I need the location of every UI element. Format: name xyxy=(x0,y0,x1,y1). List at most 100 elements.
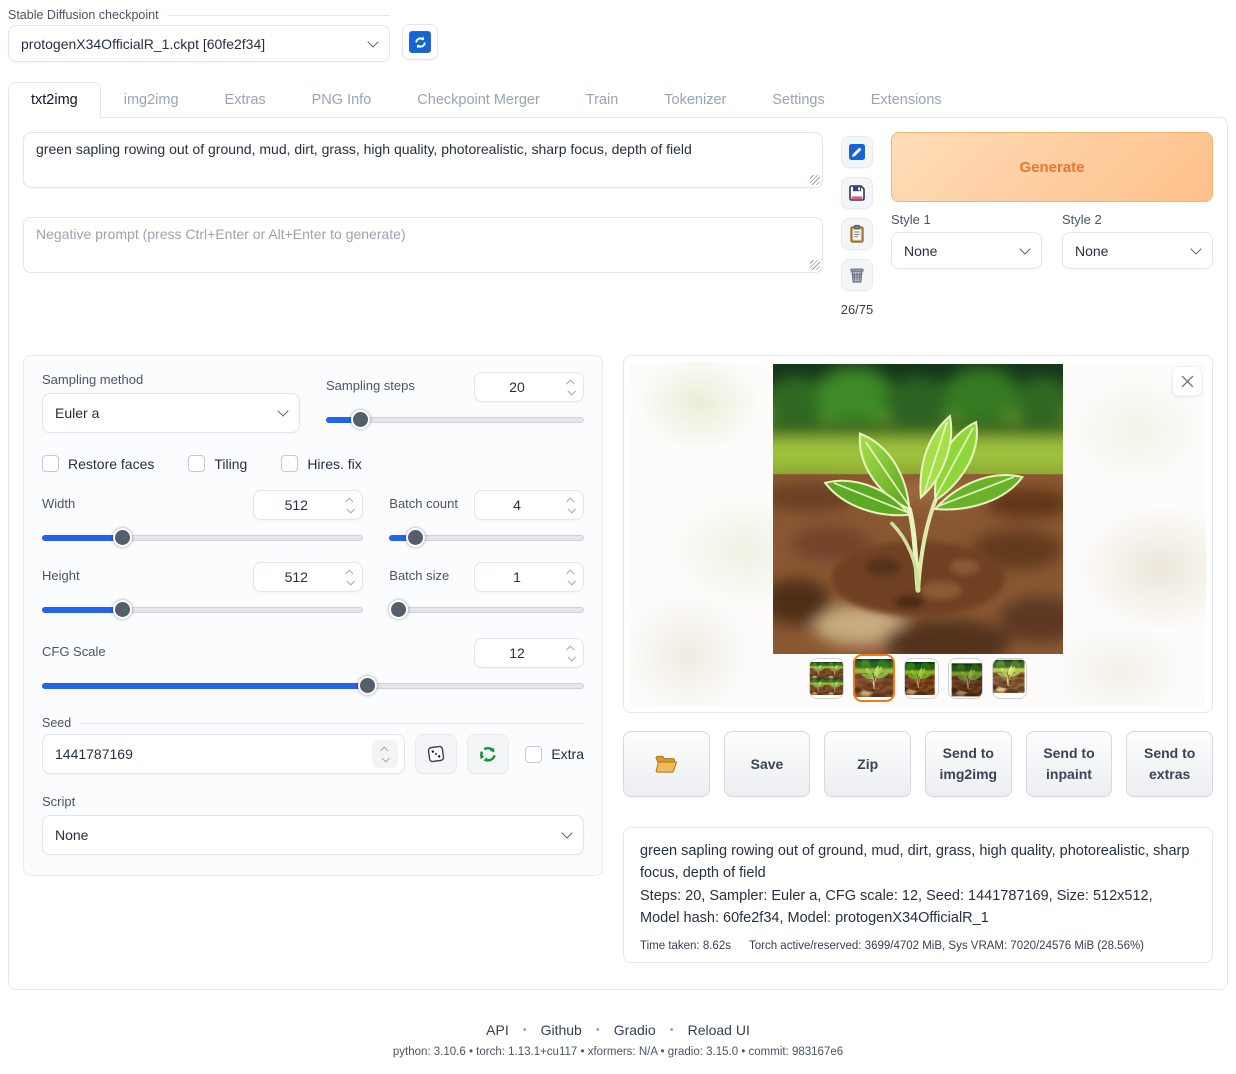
send-to-inpaint-button[interactable]: Send to inpaint xyxy=(1026,731,1113,797)
negative-prompt-input[interactable] xyxy=(23,217,823,273)
divider xyxy=(167,15,390,16)
prompt-column: green sapling rowing out of ground, mud,… xyxy=(23,132,823,317)
tab-tokenizer[interactable]: Tokenizer xyxy=(641,82,749,117)
refresh-checkpoints-button[interactable] xyxy=(402,24,438,60)
restore-faces-checkbox[interactable]: Restore faces xyxy=(42,455,154,472)
prompt-input[interactable]: green sapling rowing out of ground, mud,… xyxy=(23,132,823,188)
height-label: Height xyxy=(42,568,80,583)
tiling-checkbox[interactable]: Tiling xyxy=(188,455,247,472)
resize-grip-icon[interactable] xyxy=(810,175,820,185)
apply-style-button[interactable] xyxy=(841,218,873,250)
clear-prompt-button[interactable] xyxy=(841,259,873,291)
chevron-down-icon xyxy=(1019,243,1030,254)
batch-count-input[interactable]: 4 xyxy=(474,490,584,520)
resize-grip-icon[interactable] xyxy=(810,260,820,270)
tab-img2img[interactable]: img2img xyxy=(101,82,202,117)
tab-checkpoint-merger[interactable]: Checkpoint Merger xyxy=(394,82,563,117)
app-root: Stable Diffusion checkpoint protogenX34O… xyxy=(0,0,1236,1074)
bullet-separator: • xyxy=(670,1024,674,1036)
stepper-arrows[interactable] xyxy=(559,639,583,667)
hires-fix-checkbox[interactable]: Hires. fix xyxy=(281,455,361,472)
paintbrush-button[interactable] xyxy=(841,136,873,168)
recycle-icon xyxy=(477,743,499,765)
stepper-arrows[interactable] xyxy=(559,491,583,519)
width-slider[interactable] xyxy=(42,528,363,548)
checkbox-box xyxy=(42,455,59,472)
extra-seed-checkbox[interactable]: Extra xyxy=(525,746,584,763)
send-to-img2img-button[interactable]: Send to img2img xyxy=(925,731,1012,797)
random-seed-button[interactable] xyxy=(415,734,457,774)
sampling-method-dropdown[interactable]: Euler a xyxy=(42,393,300,433)
save-style-button[interactable] xyxy=(841,177,873,209)
folder-icon xyxy=(654,754,678,774)
chevron-down-icon xyxy=(277,405,288,416)
tab-extras[interactable]: Extras xyxy=(202,82,289,117)
tab-train[interactable]: Train xyxy=(563,82,642,117)
generation-info-box: green sapling rowing out of ground, mud,… xyxy=(623,827,1213,963)
width-input[interactable]: 512 xyxy=(253,490,363,520)
batch-size-slider[interactable] xyxy=(389,600,584,620)
style1-dropdown[interactable]: None xyxy=(891,232,1042,269)
output-gallery xyxy=(623,355,1213,713)
sampling-steps-slider[interactable] xyxy=(326,410,584,430)
cfg-scale-input[interactable]: 12 xyxy=(474,638,584,668)
tab-png-info[interactable]: PNG Info xyxy=(289,82,395,117)
open-folder-button[interactable] xyxy=(623,731,710,797)
thumbnail-4[interactable] xyxy=(948,658,983,699)
height-input[interactable]: 512 xyxy=(253,562,363,592)
trash-icon xyxy=(847,265,867,285)
footer-link-github[interactable]: Github xyxy=(541,1022,582,1038)
generate-column: Generate Style 1 None Style 2 None xyxy=(891,132,1213,317)
footer-link-reload-ui[interactable]: Reload UI xyxy=(688,1022,750,1038)
style2-dropdown[interactable]: None xyxy=(1062,232,1213,269)
stepper-arrows[interactable] xyxy=(338,563,362,591)
batch-count-slider[interactable] xyxy=(389,528,584,548)
refresh-icon xyxy=(409,31,431,53)
info-params-text: Steps: 20, Sampler: Euler a, CFG scale: … xyxy=(640,885,1196,930)
main-tabbar: txt2img img2img Extras PNG Info Checkpoi… xyxy=(0,82,1236,117)
height-slider[interactable] xyxy=(42,600,363,620)
thumbnail-3[interactable] xyxy=(904,658,939,699)
stepper-arrows[interactable] xyxy=(338,491,362,519)
footer-link-gradio[interactable]: Gradio xyxy=(614,1022,656,1038)
script-dropdown[interactable]: None xyxy=(42,815,584,855)
script-value: None xyxy=(55,827,563,843)
thumbnail-5[interactable] xyxy=(992,658,1027,699)
zip-button[interactable]: Zip xyxy=(824,731,911,797)
batch-count-label: Batch count xyxy=(389,496,458,511)
generate-button[interactable]: Generate xyxy=(891,132,1213,202)
paintbrush-icon xyxy=(847,142,867,162)
checkpoint-dropdown[interactable]: protogenX34OfficialR_1.ckpt [60fe2f34] xyxy=(8,25,390,62)
stepper-arrows[interactable] xyxy=(559,373,583,401)
checkpoint-label: Stable Diffusion checkpoint xyxy=(8,8,159,22)
bullet-separator: • xyxy=(523,1024,527,1036)
generation-settings-panel: Sampling method Euler a Sampling steps 2… xyxy=(23,355,603,876)
footer-link-api[interactable]: API xyxy=(486,1022,509,1038)
stepper-arrows[interactable] xyxy=(559,563,583,591)
checkbox-box xyxy=(188,455,205,472)
generated-image[interactable] xyxy=(773,364,1063,654)
close-icon xyxy=(1181,375,1194,388)
thumbnail-2-selected[interactable] xyxy=(853,654,895,702)
tab-extensions[interactable]: Extensions xyxy=(848,82,965,117)
seed-input[interactable]: 1441787169 xyxy=(42,734,405,774)
checkbox-box xyxy=(281,455,298,472)
reuse-seed-button[interactable] xyxy=(467,734,509,774)
chevron-down-icon xyxy=(1190,243,1201,254)
tab-settings[interactable]: Settings xyxy=(749,82,847,117)
sampling-steps-label: Sampling steps xyxy=(326,378,415,393)
vram-usage-text: Torch active/reserved: 3699/4702 MiB, Sy… xyxy=(749,940,1144,952)
thumbnail-strip xyxy=(809,654,1027,702)
sampling-steps-input[interactable]: 20 xyxy=(474,372,584,402)
script-label: Script xyxy=(42,794,584,809)
close-gallery-button[interactable] xyxy=(1172,366,1202,396)
cfg-scale-slider[interactable] xyxy=(42,676,584,696)
thumbnail-1-grid[interactable] xyxy=(809,658,844,699)
send-to-extras-button[interactable]: Send to extras xyxy=(1126,731,1213,797)
batch-size-input[interactable]: 1 xyxy=(474,562,584,592)
time-taken-text: Time taken: 8.62s xyxy=(640,940,731,952)
tab-txt2img[interactable]: txt2img xyxy=(8,82,101,118)
save-button[interactable]: Save xyxy=(724,731,811,797)
stepper-arrows[interactable] xyxy=(372,740,398,768)
output-column: Save Zip Send to img2img Send to inpaint… xyxy=(623,355,1213,963)
